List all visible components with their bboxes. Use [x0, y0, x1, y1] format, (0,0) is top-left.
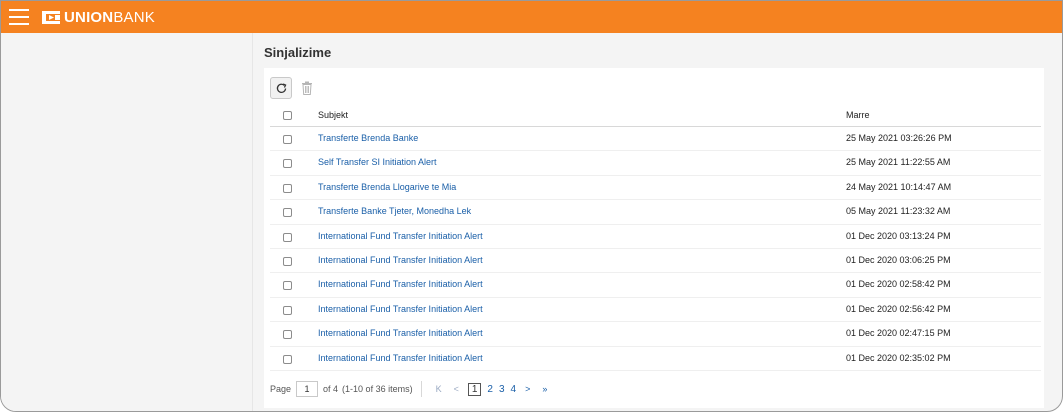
page-link-2[interactable]: 2: [487, 384, 493, 395]
table-row: Transferte Brenda Llogarive te Mia 24 May…: [270, 176, 1041, 201]
alert-received-date: 25 May 2021 03:26:26 PM: [846, 133, 952, 143]
alert-subject-link[interactable]: Transferte Brenda Llogarive te Mia: [318, 182, 456, 192]
toolbar: [270, 77, 318, 99]
alert-received-date: 24 May 2021 10:14:47 AM: [846, 181, 952, 192]
alerts-table: Subjekt Marre Transferte Brenda Banke 25 …: [270, 103, 1041, 371]
alert-subject-link[interactable]: International Fund Transfer Initiation A…: [318, 304, 483, 314]
trash-icon: [302, 81, 312, 95]
logo-text: UNIONBANK: [64, 8, 155, 26]
refresh-button[interactable]: [270, 77, 292, 99]
table-row: International Fund Transfer Initiation A…: [270, 249, 1041, 274]
first-page-icon[interactable]: K: [436, 384, 442, 394]
row-checkbox[interactable]: [283, 159, 292, 169]
previous-page-icon[interactable]: <: [454, 384, 459, 394]
row-checkbox[interactable]: [283, 256, 292, 266]
page-count-label: of 4: [323, 384, 339, 394]
logo-mark-icon: [41, 10, 61, 25]
row-checkbox[interactable]: [283, 281, 292, 291]
alert-received-date: 01 Dec 2020 03:13:24 PM: [846, 230, 951, 241]
alert-received-date: 05 May 2021 11:23:32 AM: [846, 206, 951, 217]
row-checkbox[interactable]: [283, 183, 292, 193]
table-row: International Fund Transfer Initiation A…: [270, 273, 1041, 298]
column-header-subject[interactable]: Subjekt: [318, 110, 348, 120]
row-checkbox[interactable]: [283, 135, 292, 144]
page-label: Page: [270, 384, 292, 394]
page-link-1[interactable]: 1: [467, 382, 482, 396]
alert-received-date: 01 Dec 2020 02:56:42 PM: [846, 303, 951, 314]
sidebar: [1, 33, 253, 411]
table-row: Self Transfer SI Initiation Alert 25 May …: [270, 151, 1041, 176]
alert-subject-link[interactable]: International Fund Transfer Initiation A…: [318, 255, 483, 265]
table-row: International Fund Transfer Initiation A…: [270, 225, 1041, 249]
pagination: Page 1 of 4 (1-10 of 36 items) K < 1234 …: [270, 379, 553, 399]
last-page-icon[interactable]: »: [542, 384, 547, 394]
refresh-icon: [276, 82, 286, 93]
table-row: Transferte Banke Tjeter, Monedha Lek 05 M…: [270, 200, 1041, 225]
table-row: International Fund Transfer Initiation A…: [270, 298, 1041, 323]
alerts-panel: Subjekt Marre Transferte Brenda Banke 25 …: [264, 68, 1044, 408]
alert-received-date: 25 May 2021 11:22:55 AM: [846, 157, 951, 168]
alert-received-date: 01 Dec 2020 03:06:25 PM: [846, 254, 951, 265]
table-row: International Fund Transfer Initiation A…: [270, 322, 1041, 347]
row-checkbox[interactable]: [283, 305, 292, 315]
page-title: Sinjalizime: [264, 45, 332, 60]
row-checkbox[interactable]: [283, 232, 292, 242]
table-header-row: Subjekt Marre: [270, 103, 1041, 127]
alert-subject-link[interactable]: International Fund Transfer Initiation A…: [318, 231, 483, 241]
top-bar: UNIONBANK: [1, 1, 1062, 33]
alert-received-date: 01 Dec 2020 02:35:02 PM: [846, 352, 951, 363]
union-bank-logo[interactable]: UNIONBANK: [41, 8, 155, 26]
alert-subject-link[interactable]: International Fund Transfer Initiation A…: [318, 353, 483, 363]
alert-subject-link[interactable]: International Fund Transfer Initiation A…: [318, 279, 483, 289]
table-row: International Fund Transfer Initiation A…: [270, 347, 1041, 371]
page-number-input[interactable]: 1: [296, 381, 319, 397]
table-row: Transferte Brenda Banke 25 May 2021 03:26…: [270, 127, 1041, 152]
alert-subject-link[interactable]: Self Transfer SI Initiation Alert: [318, 157, 437, 167]
row-checkbox[interactable]: [283, 354, 292, 364]
delete-button[interactable]: [296, 77, 318, 99]
row-checkbox[interactable]: [283, 208, 292, 218]
pager-divider: [420, 381, 422, 397]
app-window: UNIONBANK Sinjalizime Subjekt Marre Tran…: [0, 0, 1063, 412]
column-header-received[interactable]: Marre: [846, 110, 870, 120]
alert-subject-link[interactable]: International Fund Transfer Initiation A…: [318, 328, 483, 338]
page-link-3[interactable]: 3: [499, 384, 505, 395]
page-link-4[interactable]: 4: [511, 384, 517, 395]
alert-subject-link[interactable]: Transferte Brenda Banke: [318, 133, 418, 143]
alert-received-date: 01 Dec 2020 02:47:15 PM: [846, 328, 951, 339]
row-checkbox[interactable]: [283, 330, 292, 340]
items-range-label: (1-10 of 36 items): [342, 384, 413, 394]
hamburger-menu-icon[interactable]: [9, 9, 31, 25]
next-page-icon[interactable]: >: [525, 384, 530, 394]
select-all-checkbox[interactable]: [283, 111, 292, 120]
alert-received-date: 01 Dec 2020 02:58:42 PM: [846, 279, 951, 290]
alert-subject-link[interactable]: Transferte Banke Tjeter, Monedha Lek: [318, 206, 471, 216]
